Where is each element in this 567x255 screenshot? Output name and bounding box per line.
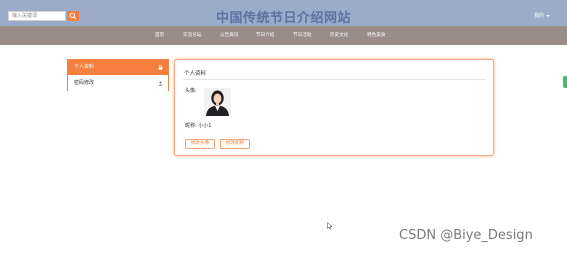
- divider: [183, 79, 486, 80]
- nickname-row: 昵称: 小小1: [185, 122, 211, 129]
- mouse-cursor-icon: [327, 222, 333, 230]
- sidebar-item-profile[interactable]: 个人资料: [68, 60, 168, 75]
- nickname-label: 昵称:: [185, 123, 197, 129]
- nav-item-home[interactable]: 首页: [155, 32, 164, 38]
- person-icon: [158, 81, 163, 86]
- site-title: 中国传统节日介绍网站: [215, 11, 351, 26]
- nav-item-festival-events[interactable]: 节日活动: [293, 32, 311, 38]
- nickname-value: 小小1: [198, 123, 212, 129]
- nav-item-food[interactable]: 特色美食: [367, 32, 385, 38]
- account-sidebar: 个人资料 密码修改: [67, 59, 169, 91]
- sidebar-item-label: 个人资料: [74, 64, 95, 70]
- main-nav: 首页 交流论坛 公告资讯 节日介绍 节日活动 历史文化 特色美食: [0, 26, 567, 45]
- lock-icon: [158, 65, 163, 70]
- profile-panel: 个人资料 头像: 昵称: 小小1 修改头像 修改昵称: [174, 59, 494, 156]
- nav-item-forum[interactable]: 交流论坛: [183, 32, 201, 38]
- top-header: 输入关键词 中国传统节日介绍网站 我的: [0, 0, 567, 26]
- watermark: CSDN @Biye_Design: [399, 228, 533, 243]
- avatar: [204, 88, 231, 116]
- nav-item-history-culture[interactable]: 历史文化: [330, 32, 348, 38]
- side-scroll-tab[interactable]: [563, 76, 567, 88]
- save-nickname-button[interactable]: 修改昵称: [220, 139, 250, 149]
- user-menu[interactable]: 我的: [534, 12, 551, 19]
- sidebar-item-label: 密码修改: [74, 80, 95, 86]
- avatar-label: 头像:: [185, 88, 197, 94]
- caret-down-icon: [546, 14, 551, 17]
- upload-avatar-button[interactable]: 修改头像: [185, 139, 215, 149]
- sidebar-item-password[interactable]: 密码修改: [68, 76, 168, 91]
- panel-title: 个人资料: [184, 71, 207, 77]
- nav-item-news[interactable]: 公告资讯: [220, 32, 238, 38]
- nav-item-festival-intro[interactable]: 节日介绍: [256, 32, 274, 38]
- user-menu-label: 我的: [534, 13, 545, 19]
